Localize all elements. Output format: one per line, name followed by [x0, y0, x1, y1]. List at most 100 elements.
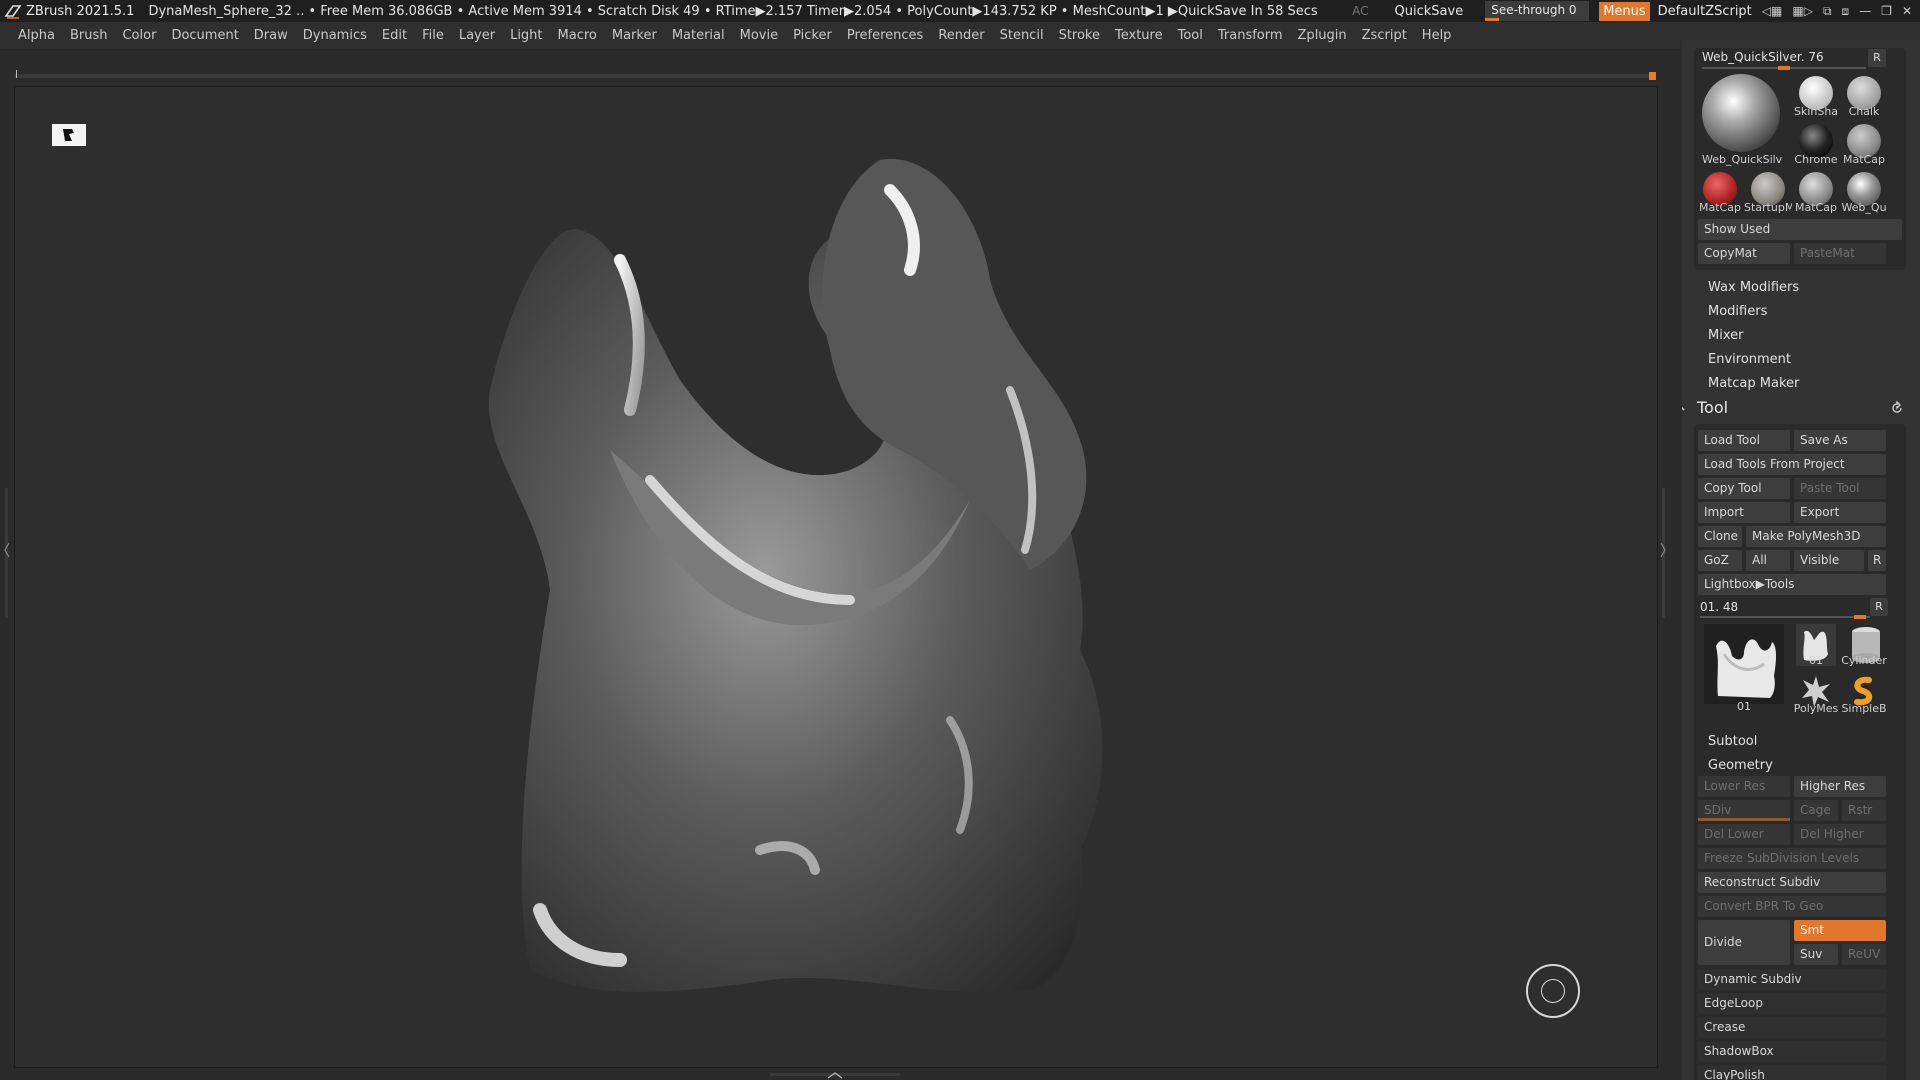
- current-tool-thumbnail[interactable]: [1704, 624, 1784, 704]
- material-slider-knob[interactable]: [1778, 66, 1790, 70]
- menu-dynamics[interactable]: Dynamics: [303, 28, 367, 43]
- timeline-marker[interactable]: [1649, 72, 1656, 80]
- paste-tool-button[interactable]: Paste Tool: [1794, 478, 1886, 499]
- edgeloop-button[interactable]: EdgeLoop: [1698, 993, 1886, 1014]
- menu-alpha[interactable]: Alpha: [18, 28, 55, 43]
- ui-layout-icon[interactable]: ⧈: [1842, 4, 1850, 19]
- menu-light[interactable]: Light: [510, 28, 542, 43]
- menu-stencil[interactable]: Stencil: [1000, 28, 1044, 43]
- del-higher-button[interactable]: Del Higher: [1794, 824, 1886, 845]
- goz-button[interactable]: GoZ: [1698, 550, 1742, 571]
- menu-macro[interactable]: Macro: [558, 28, 597, 43]
- menu-draw[interactable]: Draw: [254, 28, 288, 43]
- del-lower-button[interactable]: Del Lower: [1698, 824, 1790, 845]
- goz-all-button[interactable]: All: [1746, 550, 1790, 571]
- timeline-ruler[interactable]: [14, 70, 1656, 80]
- import-button[interactable]: Import: [1698, 502, 1790, 523]
- tool-refresh-icon[interactable]: [1890, 401, 1904, 415]
- crease-button[interactable]: Crease: [1698, 1017, 1886, 1038]
- tool-slider-knob[interactable]: [1854, 615, 1866, 619]
- material-name[interactable]: Web_QuickSilver. 76: [1702, 50, 1824, 64]
- make-polymesh3d-button[interactable]: Make PolyMesh3D: [1746, 526, 1886, 547]
- ac-toggle[interactable]: AC: [1352, 4, 1368, 18]
- menu-texture[interactable]: Texture: [1115, 28, 1163, 43]
- menu-preferences[interactable]: Preferences: [847, 28, 923, 43]
- copy-mat-button[interactable]: CopyMat: [1698, 243, 1790, 264]
- minimize-icon[interactable]: —: [1859, 4, 1871, 19]
- menu-zscript[interactable]: Zscript: [1362, 28, 1407, 43]
- subtool-section[interactable]: Subtool: [1708, 734, 1757, 749]
- menu-brush[interactable]: Brush: [70, 28, 108, 43]
- higher-res-button[interactable]: Higher Res: [1794, 776, 1886, 797]
- claypolish-button[interactable]: ClayPolish: [1698, 1065, 1886, 1080]
- swap-layout-icon[interactable]: ⧉: [1823, 4, 1832, 19]
- current-material-swatch[interactable]: [1702, 74, 1780, 152]
- menu-edit[interactable]: Edit: [382, 28, 407, 43]
- paste-mat-button[interactable]: PasteMat: [1794, 243, 1886, 264]
- menu-transform[interactable]: Transform: [1218, 28, 1283, 43]
- tool-slider-track[interactable]: [1700, 616, 1870, 618]
- geometry-section[interactable]: Geometry: [1708, 758, 1773, 773]
- layout-right-icon[interactable]: ▦▷: [1792, 4, 1813, 19]
- freeze-subdivision-button[interactable]: Freeze SubDivision Levels: [1698, 848, 1886, 869]
- menu-color[interactable]: Color: [122, 28, 156, 43]
- show-used-button[interactable]: Show Used: [1698, 219, 1902, 240]
- load-tools-from-project-button[interactable]: Load Tools From Project: [1698, 454, 1886, 475]
- menu-help[interactable]: Help: [1422, 28, 1452, 43]
- tool-palette-header[interactable]: Tool: [1682, 396, 1920, 420]
- menu-picker[interactable]: Picker: [793, 28, 832, 43]
- sculpt-mesh-model[interactable]: [470, 150, 1210, 1010]
- copy-tool-button[interactable]: Copy Tool: [1698, 478, 1790, 499]
- modifiers-section[interactable]: Modifiers: [1708, 304, 1767, 319]
- dynamic-subdiv-button[interactable]: Dynamic Subdiv: [1698, 969, 1886, 990]
- reconstruct-subdiv-button[interactable]: Reconstruct Subdiv: [1698, 872, 1886, 893]
- left-tray-handle[interactable]: [4, 488, 10, 618]
- layout-left-icon[interactable]: ◁▦: [1762, 4, 1783, 19]
- smt-toggle[interactable]: Smt: [1794, 920, 1886, 941]
- environment-section[interactable]: Environment: [1708, 352, 1791, 367]
- mixer-section[interactable]: Mixer: [1708, 328, 1743, 343]
- clone-button[interactable]: Clone: [1698, 526, 1742, 547]
- close-icon[interactable]: ✕: [1902, 4, 1912, 19]
- export-button[interactable]: Export: [1794, 502, 1886, 523]
- menu-marker[interactable]: Marker: [612, 28, 657, 43]
- menu-layer[interactable]: Layer: [459, 28, 495, 43]
- bottom-tray-handle[interactable]: [770, 1070, 900, 1080]
- default-zscript-button[interactable]: DefaultZScript: [1658, 4, 1752, 19]
- see-through-slider[interactable]: See-through 0: [1485, 1, 1590, 21]
- tool-slider-reset-button[interactable]: R: [1870, 598, 1888, 616]
- wax-modifiers-section[interactable]: Wax Modifiers: [1708, 280, 1799, 295]
- menu-movie[interactable]: Movie: [740, 28, 778, 43]
- menu-render[interactable]: Render: [938, 28, 984, 43]
- suv-toggle[interactable]: Suv: [1794, 944, 1838, 965]
- rstr-button[interactable]: Rstr: [1842, 800, 1886, 821]
- divide-button[interactable]: Divide: [1698, 920, 1790, 965]
- material-reset-button[interactable]: R: [1868, 49, 1886, 67]
- camera-view-icon[interactable]: [52, 124, 86, 146]
- menu-file[interactable]: File: [422, 28, 444, 43]
- menu-stroke[interactable]: Stroke: [1059, 28, 1100, 43]
- goz-r-button[interactable]: R: [1868, 550, 1886, 571]
- lower-res-button[interactable]: Lower Res: [1698, 776, 1790, 797]
- quicksave-button[interactable]: QuickSave: [1395, 4, 1464, 19]
- matcap-maker-section[interactable]: Matcap Maker: [1708, 376, 1799, 391]
- restore-icon[interactable]: ❐: [1881, 4, 1892, 19]
- zbrush-logo-icon[interactable]: [4, 2, 22, 20]
- shadowbox-button[interactable]: ShadowBox: [1698, 1041, 1886, 1062]
- reuv-toggle[interactable]: ReUV: [1842, 944, 1886, 965]
- convert-bpr-button[interactable]: Convert BPR To Geo: [1698, 896, 1886, 917]
- menus-button[interactable]: Menus: [1599, 1, 1650, 21]
- lightbox-tools-button[interactable]: Lightbox▶Tools: [1698, 574, 1886, 595]
- save-as-button[interactable]: Save As: [1794, 430, 1886, 451]
- load-tool-button[interactable]: Load Tool: [1698, 430, 1790, 451]
- window-controls: ◁▦ ▦▷ ⧉ ⧈ — ❐ ✕: [1762, 4, 1912, 19]
- gyro-navigation-icon[interactable]: [1526, 964, 1580, 1018]
- tool-pin-icon[interactable]: [1682, 402, 1686, 416]
- cage-button[interactable]: Cage: [1794, 800, 1838, 821]
- menu-material[interactable]: Material: [672, 28, 725, 43]
- menu-tool[interactable]: Tool: [1178, 28, 1203, 43]
- goz-visible-button[interactable]: Visible: [1794, 550, 1864, 571]
- menu-zplugin[interactable]: Zplugin: [1298, 28, 1347, 43]
- menu-document[interactable]: Document: [171, 28, 238, 43]
- right-tray-handle[interactable]: [1660, 488, 1666, 618]
